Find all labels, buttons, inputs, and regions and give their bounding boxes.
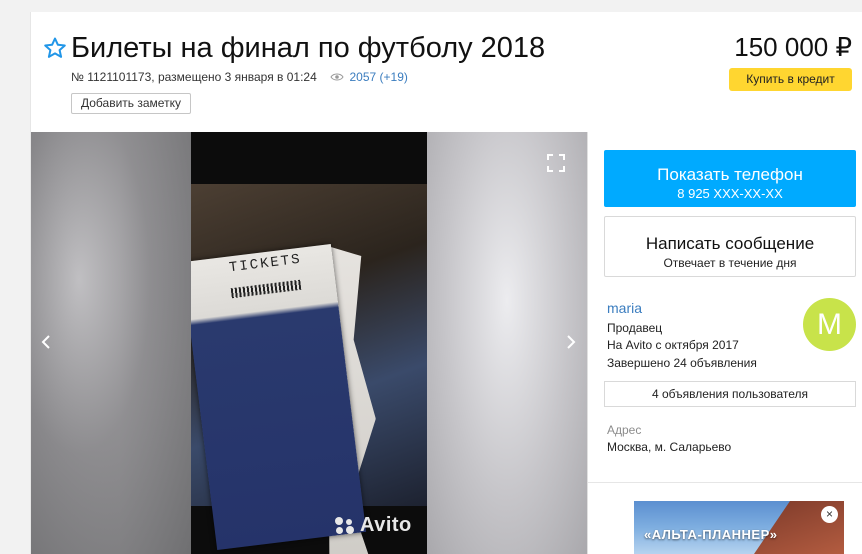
response-time: Отвечает в течение дня bbox=[663, 256, 797, 270]
listing-meta: № 1121101173, размещено 3 января в 01:24… bbox=[71, 69, 408, 85]
avito-watermark: Avito bbox=[335, 514, 412, 537]
seller-role: Продавец bbox=[607, 321, 663, 335]
star-icon[interactable] bbox=[43, 36, 67, 60]
show-phone-label: Показать телефон bbox=[657, 164, 803, 184]
watermark-text: Avito bbox=[360, 514, 412, 536]
show-phone-button[interactable]: Показать телефон 8 925 XXX-XX-XX bbox=[604, 150, 856, 207]
contact-sidebar: Показать телефон 8 925 XXX-XX-XX Написат… bbox=[587, 132, 862, 554]
listing-card: Билеты на финал по футболу 2018 № 112110… bbox=[30, 12, 862, 554]
write-message-label: Написать сообщение bbox=[645, 234, 815, 253]
address-label: Адрес bbox=[607, 423, 642, 437]
seller-since: На Avito с октября 2017 bbox=[607, 338, 739, 352]
gallery-blur-right bbox=[427, 132, 587, 554]
buy-on-credit-button[interactable]: Купить в кредит bbox=[729, 68, 852, 91]
add-note-button[interactable]: Добавить заметку bbox=[71, 93, 191, 114]
seller-completed: Завершено 24 объявления bbox=[607, 356, 757, 370]
banner-text: «АЛЬТА-ПЛАННЕР» bbox=[644, 527, 778, 542]
ad-banner[interactable]: «АЛЬТА-ПЛАННЕР» × bbox=[634, 501, 844, 554]
listing-id-date: № 1121101173, размещено 3 января в 01:24 bbox=[71, 70, 317, 84]
write-message-button[interactable]: Написать сообщение Отвечает в течение дн… bbox=[604, 216, 856, 277]
seller-name-link[interactable]: maria bbox=[607, 300, 642, 316]
photo-content: TICKETS bbox=[191, 184, 427, 506]
address-value: Москва, м. Саларьево bbox=[607, 440, 732, 454]
seller-ads-button[interactable]: 4 объявления пользователя bbox=[604, 381, 856, 407]
main-photo[interactable]: TICKETS Avito bbox=[191, 132, 427, 554]
eye-icon bbox=[330, 73, 344, 81]
listing-title: Билеты на финал по футболу 2018 bbox=[71, 32, 546, 64]
avito-logo-icon bbox=[335, 516, 357, 535]
divider bbox=[588, 482, 862, 483]
phone-number: 8 925 XXX-XX-XX bbox=[677, 185, 783, 201]
photo-gallery[interactable]: TICKETS Avito bbox=[31, 132, 587, 554]
close-icon[interactable]: × bbox=[821, 506, 838, 523]
arrow-left-icon[interactable] bbox=[39, 332, 53, 352]
views-count[interactable]: 2057 (+19) bbox=[349, 70, 407, 84]
fullscreen-icon[interactable] bbox=[546, 153, 566, 173]
gallery-blur-left bbox=[31, 132, 191, 554]
price: 150 000 ₽ bbox=[734, 32, 852, 62]
avatar[interactable]: M bbox=[803, 298, 856, 351]
arrow-right-icon[interactable] bbox=[564, 332, 578, 352]
